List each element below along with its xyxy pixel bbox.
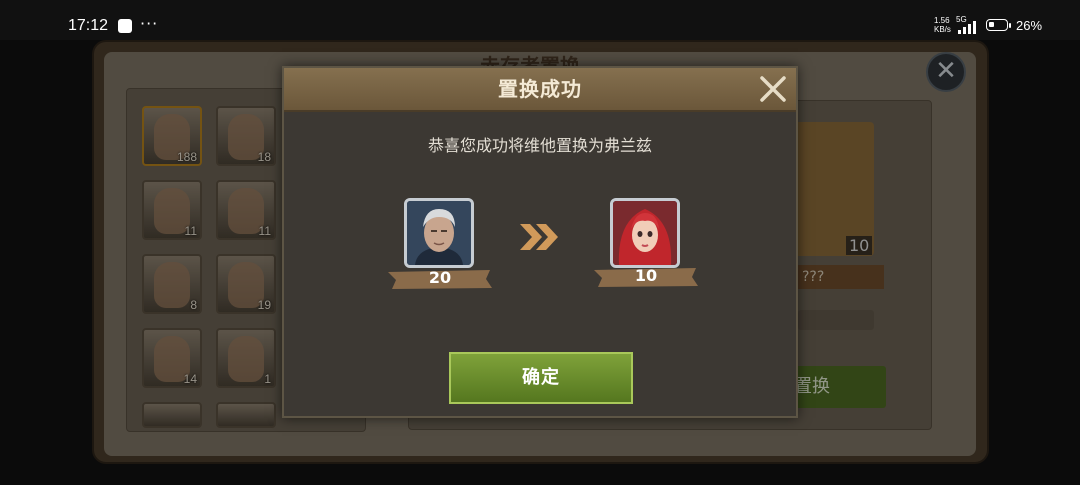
to-hero-count: 10 xyxy=(634,266,658,285)
battery-cap xyxy=(1009,23,1011,28)
more-notifications-icon: ··· xyxy=(140,14,159,33)
network-speed-unit: KB/s xyxy=(934,25,951,34)
dialog-close-button[interactable] xyxy=(758,74,788,104)
battery-percent: 26% xyxy=(1016,18,1043,33)
double-arrow-icon xyxy=(520,224,558,250)
signal-icon xyxy=(958,21,980,34)
network-speed: 1.56 KB/s xyxy=(934,16,951,34)
dialog-title: 置换成功 xyxy=(498,77,582,101)
notification-icon xyxy=(118,19,132,33)
battery-icon xyxy=(986,19,1008,31)
close-icon xyxy=(760,76,786,102)
old-man-avatar-icon xyxy=(407,201,471,265)
from-hero-count: 20 xyxy=(428,268,452,287)
swap-success-dialog: 置换成功 恭喜您成功将维他置换为弗兰兹 20 10 确定 xyxy=(282,66,798,418)
status-time: 17:12 xyxy=(68,17,109,34)
from-hero-portrait xyxy=(404,198,474,268)
network-speed-value: 1.56 xyxy=(934,16,950,25)
dialog-message: 恭喜您成功将维他置换为弗兰兹 xyxy=(427,136,652,155)
confirm-button[interactable]: 确定 xyxy=(449,352,633,404)
to-hero-portrait xyxy=(610,198,680,268)
red-hair-girl-avatar-icon xyxy=(613,201,677,265)
